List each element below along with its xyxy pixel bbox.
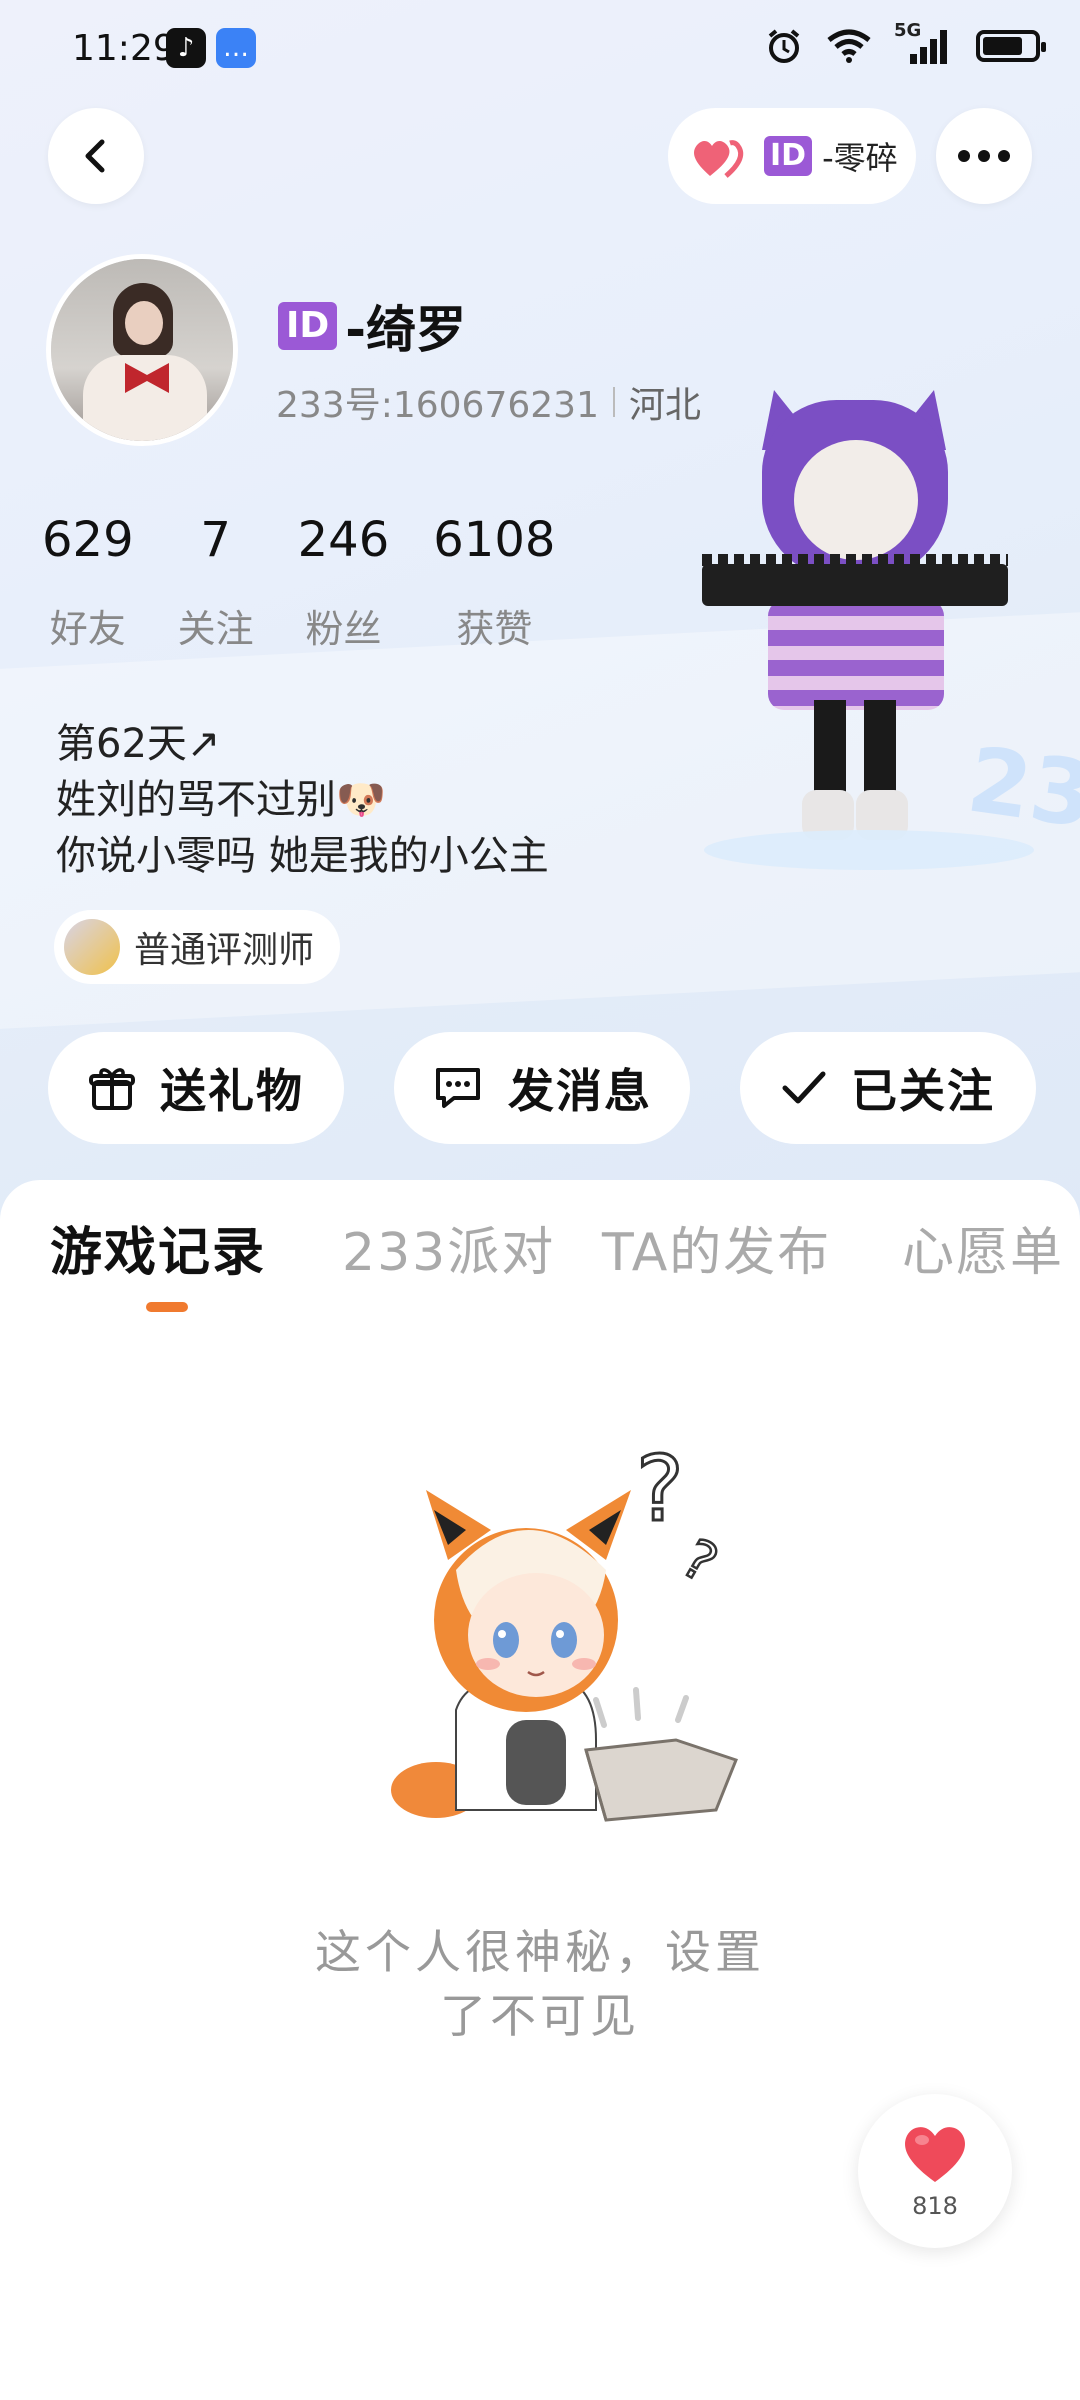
stat-label: 粉丝 (305, 607, 382, 651)
empty-state-illustration: ? ? (356, 1436, 756, 1850)
stat-label: 关注 (177, 607, 254, 651)
chat-bubble-icon (436, 1068, 480, 1108)
double-heart-icon (694, 140, 744, 178)
stats-row: 629 好友 7 关注 246 粉丝 6108 获赞 (42, 512, 599, 653)
reviewer-badge-icon (64, 919, 120, 975)
more-options-button[interactable] (936, 108, 1032, 204)
character-platform (704, 830, 1034, 870)
like-count: 818 (912, 2192, 958, 2220)
status-bar: 11:29 ♪ … 5G (0, 0, 1080, 100)
stat-value: 6108 (433, 512, 556, 568)
couple-relation-pill[interactable]: ID -零碎 (668, 108, 916, 204)
region: 河北 (628, 385, 701, 426)
stat-likes[interactable]: 6108 获赞 (433, 512, 555, 653)
send-gift-button[interactable]: 送礼物 (48, 1032, 344, 1144)
checkmark-icon (782, 1071, 826, 1104)
avatar[interactable] (46, 254, 238, 446)
send-gift-label: 送礼物 (160, 1064, 304, 1118)
stat-friends[interactable]: 629 好友 (42, 512, 134, 653)
cellular-signal-icon: 5G (894, 20, 954, 66)
bio-line: 你说小零吗 她是我的小公主 (56, 833, 549, 879)
like-button[interactable]: 818 (858, 2094, 1012, 2248)
id-badge: ID (278, 302, 338, 350)
tab-ta-posts[interactable]: TA的发布 (602, 1210, 831, 1285)
follow-label: 已关注 (851, 1064, 995, 1118)
heart-icon (905, 2127, 965, 2182)
uid-line: 233号:160676231 河北 (276, 376, 701, 428)
empty-state-text: 这个人很神秘，设置了不可见 (315, 1925, 765, 2043)
more-dots-icon (958, 150, 1010, 162)
user-id[interactable]: 233号:160676231 (276, 376, 599, 428)
message-notification-icon: … (216, 28, 256, 68)
badge-label: 普通评测师 (134, 930, 315, 971)
active-tab-indicator (146, 1302, 188, 1312)
tab-233-party[interactable]: 233派对 (342, 1210, 555, 1285)
stat-label: 好友 (49, 607, 126, 651)
bio-line: 姓刘的骂不过别🐶 (56, 777, 386, 823)
svg-text:?: ? (636, 1450, 684, 1542)
alarm-icon (764, 26, 804, 66)
network-type-label: 5G (894, 20, 922, 41)
stat-value: 7 (200, 512, 231, 568)
gift-icon (89, 1068, 135, 1110)
stat-label: 获赞 (456, 607, 533, 651)
stat-value: 246 (297, 512, 390, 568)
status-time: 11:29 (72, 28, 176, 69)
send-message-button[interactable]: 发消息 (394, 1032, 690, 1144)
bio: 第62天↗ 姓刘的骂不过别🐶 你说小零吗 她是我的小公主 (56, 716, 549, 884)
tab-game-records[interactable]: 游戏记录 (50, 1210, 266, 1285)
send-message-label: 发消息 (508, 1064, 652, 1118)
profile-name-text: -绮罗 (345, 301, 467, 359)
couple-name: -零碎 (822, 139, 898, 177)
stat-value: 629 (42, 512, 134, 568)
back-button[interactable] (48, 108, 144, 204)
id-badge: ID (764, 136, 813, 176)
wifi-icon (826, 26, 872, 66)
stat-following[interactable]: 7 关注 (178, 512, 254, 653)
stat-fans[interactable]: 246 粉丝 (298, 512, 390, 653)
bio-line: 第62天↗ (56, 721, 221, 767)
tab-wishlist[interactable]: 心愿单 (902, 1210, 1064, 1285)
profile-name: ID -绮罗 (278, 290, 466, 362)
divider (612, 387, 615, 417)
reviewer-badge[interactable]: 普通评测师 (54, 910, 341, 984)
battery-icon (976, 26, 1046, 66)
tiktok-notification-icon: ♪ (166, 28, 206, 68)
follow-button[interactable]: 已关注 (740, 1032, 1036, 1144)
chevron-left-icon (85, 139, 105, 173)
